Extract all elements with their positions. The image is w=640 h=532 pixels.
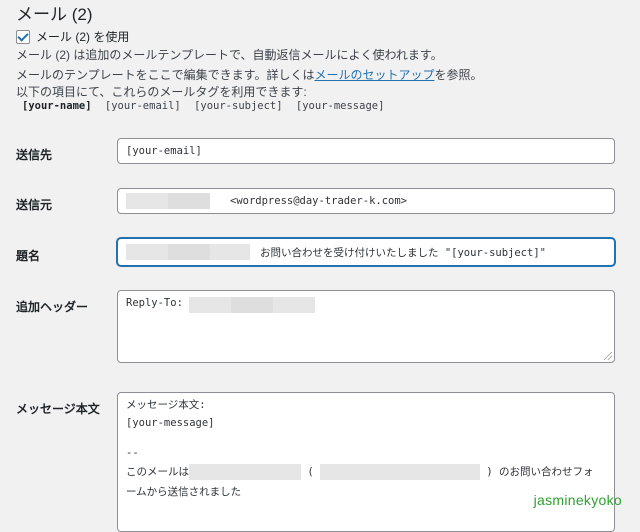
redacted-text — [319, 464, 480, 480]
redacted-text — [188, 297, 231, 313]
redacted-text — [272, 297, 315, 313]
headers-value: Reply-To: — [126, 297, 183, 309]
resize-handle[interactable] — [604, 352, 612, 360]
from-label: 送信元 — [16, 198, 53, 212]
body-line: メッセージ本文: — [126, 399, 206, 411]
use-mail2-row[interactable]: メール (2) を使用 — [16, 28, 129, 45]
redacted-text — [168, 244, 210, 260]
body-line4-pre: このメールは — [126, 466, 189, 478]
template-help-text: メールのテンプレートをここで編集できます。詳しくはメールのセットアップを参照。 — [16, 66, 482, 83]
redacted-text — [168, 193, 210, 209]
from-input[interactable]: <wordpress@day-trader-k.com> — [117, 188, 615, 214]
mail-tags-intro: 以下の項目にて、これらのメールタグを利用できます: — [16, 85, 307, 99]
body-line: このメールは ( ) のお問い合わせフォ — [126, 464, 606, 480]
redacted-text — [189, 464, 301, 480]
use-mail2-label[interactable]: メール (2) を使用 — [36, 28, 129, 45]
redacted-text — [126, 244, 168, 260]
subject-value: お問い合わせを受け付けいたしました "[your-subject]" — [260, 246, 546, 259]
section-title: メール (2) — [16, 5, 93, 24]
body-label: メッセージ本文 — [16, 402, 100, 416]
headers-label: 追加ヘッダー — [16, 300, 89, 314]
mail-tags: [your-name] [your-email] [your-subject] … — [22, 100, 391, 112]
subject-input[interactable]: お問い合わせを受け付けいたしました "[your-subject]" — [117, 238, 615, 266]
body-line: [your-message] — [126, 417, 215, 429]
mail-tag: [your-subject] — [194, 100, 283, 112]
body-line4-post: ) のお問い合わせフォ — [486, 466, 594, 478]
from-value: <wordpress@day-trader-k.com> — [230, 195, 408, 207]
redacted-text — [126, 193, 168, 209]
mail-tag: [your-message] — [295, 100, 385, 112]
headers-textarea[interactable]: Reply-To: — [117, 290, 615, 363]
to-value: [your-email] — [126, 145, 202, 157]
redacted-text — [210, 244, 250, 260]
template-help-post: を参照。 — [434, 68, 483, 82]
subject-label: 題名 — [16, 249, 41, 263]
to-input[interactable]: [your-email] — [117, 138, 615, 164]
mail-tag: [your-email] — [104, 100, 181, 112]
template-help-pre: メールのテンプレートをここで編集できます。詳しくは — [16, 68, 315, 82]
body-line: -- — [126, 447, 139, 459]
mail2-description: メール (2) は追加のメールテンプレートで、自動返信メールによく使われます。 — [16, 48, 443, 62]
to-label: 送信先 — [16, 148, 53, 162]
author-caption: jasminekyoko — [533, 492, 622, 508]
mail-tag: [your-name] — [22, 100, 92, 112]
mail-setup-link[interactable]: メールのセットアップ — [314, 68, 434, 82]
redacted-text — [230, 297, 273, 313]
use-mail2-checkbox[interactable] — [16, 29, 30, 44]
body-line4-mid: ( — [307, 466, 314, 478]
body-textarea[interactable]: メッセージ本文: [your-message] -- このメールは ( ) のお… — [117, 392, 615, 532]
